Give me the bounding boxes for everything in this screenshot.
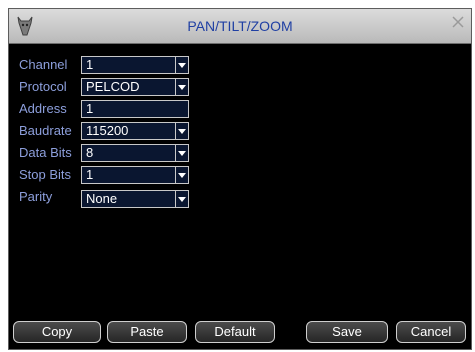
stop-bits-label: Stop Bits bbox=[19, 167, 72, 182]
parity-dropdown[interactable]: None bbox=[81, 190, 189, 208]
baudrate-label: Baudrate bbox=[19, 123, 72, 138]
chevron-down-icon[interactable] bbox=[175, 145, 188, 161]
data-bits-label: Data Bits bbox=[19, 145, 72, 160]
baudrate-dropdown[interactable]: 115200 bbox=[81, 122, 189, 140]
title-bar: PAN/TILT/ZOOM bbox=[9, 9, 471, 44]
cancel-button[interactable]: Cancel bbox=[396, 321, 466, 343]
channel-label: Channel bbox=[19, 57, 68, 72]
baudrate-value: 115200 bbox=[86, 123, 129, 138]
copy-button[interactable]: Copy bbox=[13, 321, 101, 343]
save-button[interactable]: Save bbox=[306, 321, 388, 343]
window-title: PAN/TILT/ZOOM bbox=[187, 18, 293, 34]
data-bits-dropdown[interactable]: 8 bbox=[81, 144, 189, 162]
address-label: Address bbox=[19, 101, 67, 116]
parity-label: Parity bbox=[19, 189, 53, 204]
chevron-down-icon[interactable] bbox=[175, 123, 188, 139]
protocol-dropdown[interactable]: PELCOD bbox=[81, 78, 189, 96]
close-icon[interactable] bbox=[451, 15, 465, 29]
channel-value: 1 bbox=[86, 57, 94, 72]
chevron-down-icon[interactable] bbox=[175, 57, 188, 73]
address-value: 1 bbox=[86, 101, 94, 116]
stop-bits-dropdown[interactable]: 1 bbox=[81, 166, 189, 184]
ptz-dialog: PAN/TILT/ZOOM Channel 1 Protocol PELCOD … bbox=[8, 8, 472, 350]
channel-dropdown[interactable]: 1 bbox=[81, 56, 189, 74]
chevron-down-icon[interactable] bbox=[175, 191, 188, 207]
protocol-label: Protocol bbox=[19, 79, 67, 94]
paste-button[interactable]: Paste bbox=[107, 321, 187, 343]
data-bits-value: 8 bbox=[86, 145, 94, 160]
default-button[interactable]: Default bbox=[195, 321, 275, 343]
address-input[interactable]: 1 bbox=[81, 100, 189, 118]
chevron-down-icon[interactable] bbox=[175, 167, 188, 183]
protocol-value: PELCOD bbox=[86, 79, 140, 94]
parity-value: None bbox=[86, 191, 118, 206]
chevron-down-icon[interactable] bbox=[175, 79, 188, 95]
stop-bits-value: 1 bbox=[86, 167, 94, 182]
